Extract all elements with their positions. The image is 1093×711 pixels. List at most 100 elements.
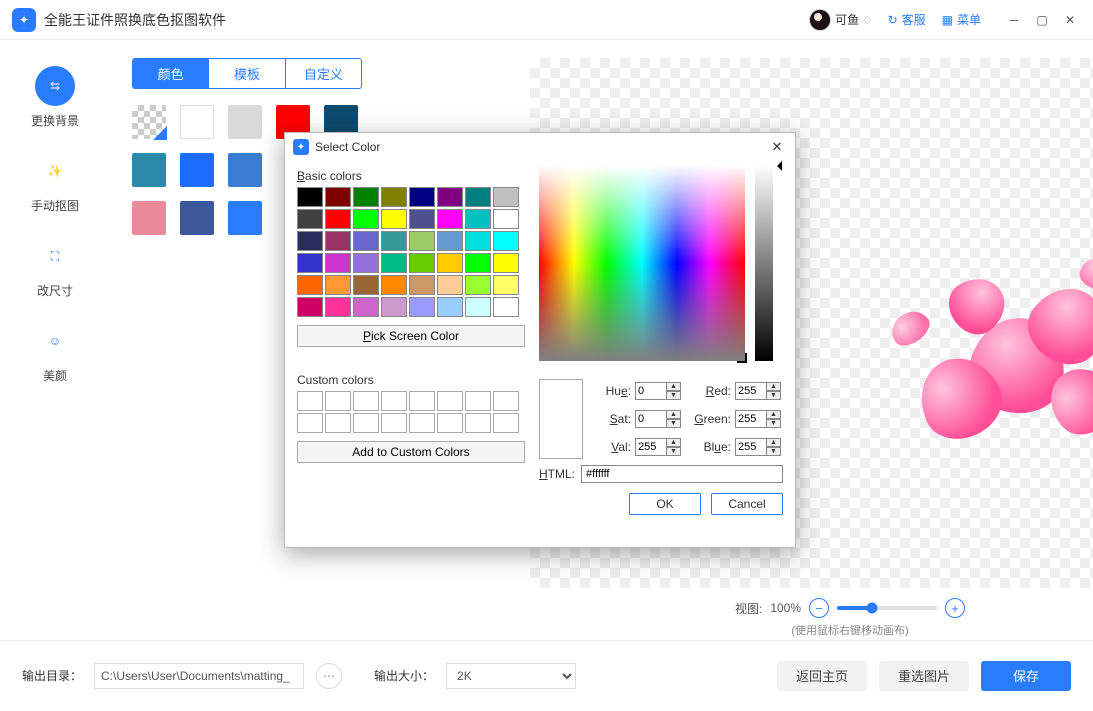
custom-color-slot[interactable] — [353, 391, 379, 411]
basic-color-cell[interactable] — [437, 209, 463, 229]
pick-screen-color-button[interactable]: Pick Screen Color — [297, 325, 525, 347]
hue-spin[interactable]: ▲▼ — [635, 382, 683, 400]
custom-color-slot[interactable] — [381, 413, 407, 433]
green-input[interactable] — [735, 410, 767, 428]
menu-link[interactable]: ▦ 菜单 — [942, 11, 981, 28]
ok-button[interactable]: OK — [629, 493, 701, 515]
basic-color-cell[interactable] — [297, 253, 323, 273]
tab-template[interactable]: 模板 — [208, 59, 284, 88]
spin-up[interactable]: ▲ — [667, 382, 681, 391]
swatch[interactable] — [180, 201, 214, 235]
basic-color-cell[interactable] — [353, 297, 379, 317]
basic-color-cell[interactable] — [353, 253, 379, 273]
basic-color-cell[interactable] — [493, 187, 519, 207]
custom-color-slot[interactable] — [437, 413, 463, 433]
out-size-select[interactable]: 2K — [446, 663, 576, 689]
swatch[interactable] — [180, 153, 214, 187]
basic-color-cell[interactable] — [465, 187, 491, 207]
custom-color-slot[interactable] — [325, 413, 351, 433]
basic-color-cell[interactable] — [409, 275, 435, 295]
sidebar-item-resize[interactable]: ⛶ 改尺寸 — [15, 230, 95, 305]
spin-down[interactable]: ▼ — [767, 419, 781, 428]
custom-color-slot[interactable] — [381, 391, 407, 411]
custom-color-slot[interactable] — [409, 391, 435, 411]
basic-color-cell[interactable] — [381, 275, 407, 295]
swatch[interactable] — [132, 153, 166, 187]
basic-color-cell[interactable] — [409, 231, 435, 251]
custom-color-slot[interactable] — [493, 391, 519, 411]
basic-color-cell[interactable] — [465, 231, 491, 251]
basic-color-cell[interactable] — [353, 275, 379, 295]
sidebar-item-manual-cutout[interactable]: ✨ 手动抠图 — [15, 145, 95, 220]
spin-up[interactable]: ▲ — [767, 410, 781, 419]
browse-button[interactable]: ⋯ — [316, 663, 342, 689]
swatch[interactable] — [228, 105, 262, 139]
basic-color-cell[interactable] — [465, 253, 491, 273]
sat-spin[interactable]: ▲▼ — [635, 410, 683, 428]
spin-up[interactable]: ▲ — [667, 410, 681, 419]
basic-color-cell[interactable] — [409, 209, 435, 229]
basic-color-cell[interactable] — [465, 209, 491, 229]
basic-color-cell[interactable] — [353, 187, 379, 207]
swatch[interactable] — [132, 201, 166, 235]
basic-color-cell[interactable] — [297, 209, 323, 229]
basic-color-cell[interactable] — [325, 187, 351, 207]
basic-color-cell[interactable] — [297, 187, 323, 207]
basic-color-cell[interactable] — [409, 297, 435, 317]
basic-color-cell[interactable] — [437, 253, 463, 273]
green-spin[interactable]: ▲▼ — [735, 410, 783, 428]
save-button[interactable]: 保存 — [981, 661, 1071, 691]
spin-up[interactable]: ▲ — [767, 382, 781, 391]
close-button[interactable]: ✕ — [1059, 9, 1081, 31]
red-spin[interactable]: ▲▼ — [735, 382, 783, 400]
reset-button[interactable]: 重选图片 — [879, 661, 969, 691]
custom-color-slot[interactable] — [297, 391, 323, 411]
basic-color-cell[interactable] — [493, 209, 519, 229]
spin-up[interactable]: ▲ — [667, 438, 681, 447]
custom-color-slot[interactable] — [465, 413, 491, 433]
val-spin[interactable]: ▲▼ — [635, 438, 683, 456]
custom-color-slot[interactable] — [437, 391, 463, 411]
basic-color-cell[interactable] — [325, 253, 351, 273]
basic-color-cell[interactable] — [409, 187, 435, 207]
basic-color-cell[interactable] — [381, 253, 407, 273]
basic-color-cell[interactable] — [437, 275, 463, 295]
zoom-in-button[interactable]: + — [945, 598, 965, 618]
zoom-slider[interactable] — [837, 606, 937, 610]
basic-color-cell[interactable] — [381, 231, 407, 251]
hue-input[interactable] — [635, 382, 667, 400]
spin-down[interactable]: ▼ — [667, 419, 681, 428]
basic-color-cell[interactable] — [437, 231, 463, 251]
support-link[interactable]: ↻ 客服 — [888, 11, 926, 28]
cancel-button[interactable]: Cancel — [711, 493, 783, 515]
minimize-button[interactable]: ─ — [1003, 9, 1025, 31]
spin-up[interactable]: ▲ — [767, 438, 781, 447]
spin-down[interactable]: ▼ — [767, 391, 781, 400]
html-input[interactable] — [581, 465, 783, 483]
custom-color-slot[interactable] — [353, 413, 379, 433]
custom-color-slot[interactable] — [465, 391, 491, 411]
blue-input[interactable] — [735, 438, 767, 456]
basic-color-cell[interactable] — [437, 297, 463, 317]
basic-color-cell[interactable] — [325, 275, 351, 295]
tab-custom[interactable]: 自定义 — [285, 59, 361, 88]
basic-color-cell[interactable] — [353, 231, 379, 251]
basic-color-cell[interactable] — [325, 209, 351, 229]
basic-color-cell[interactable] — [381, 187, 407, 207]
spin-down[interactable]: ▼ — [667, 391, 681, 400]
basic-color-cell[interactable] — [465, 297, 491, 317]
basic-color-cell[interactable] — [297, 297, 323, 317]
basic-color-cell[interactable] — [325, 297, 351, 317]
swatch[interactable] — [180, 105, 214, 139]
dialog-titlebar[interactable]: ✦ Select Color ✕ — [285, 133, 795, 161]
custom-color-slot[interactable] — [325, 391, 351, 411]
out-dir-input[interactable] — [94, 663, 304, 689]
swatch[interactable] — [228, 201, 262, 235]
basic-color-cell[interactable] — [353, 209, 379, 229]
dialog-close-button[interactable]: ✕ — [767, 137, 787, 157]
sidebar-item-change-bg[interactable]: ⇆ 更换背景 — [15, 60, 95, 135]
basic-color-cell[interactable] — [493, 297, 519, 317]
val-input[interactable] — [635, 438, 667, 456]
color-gradient[interactable] — [539, 165, 745, 361]
custom-color-slot[interactable] — [493, 413, 519, 433]
